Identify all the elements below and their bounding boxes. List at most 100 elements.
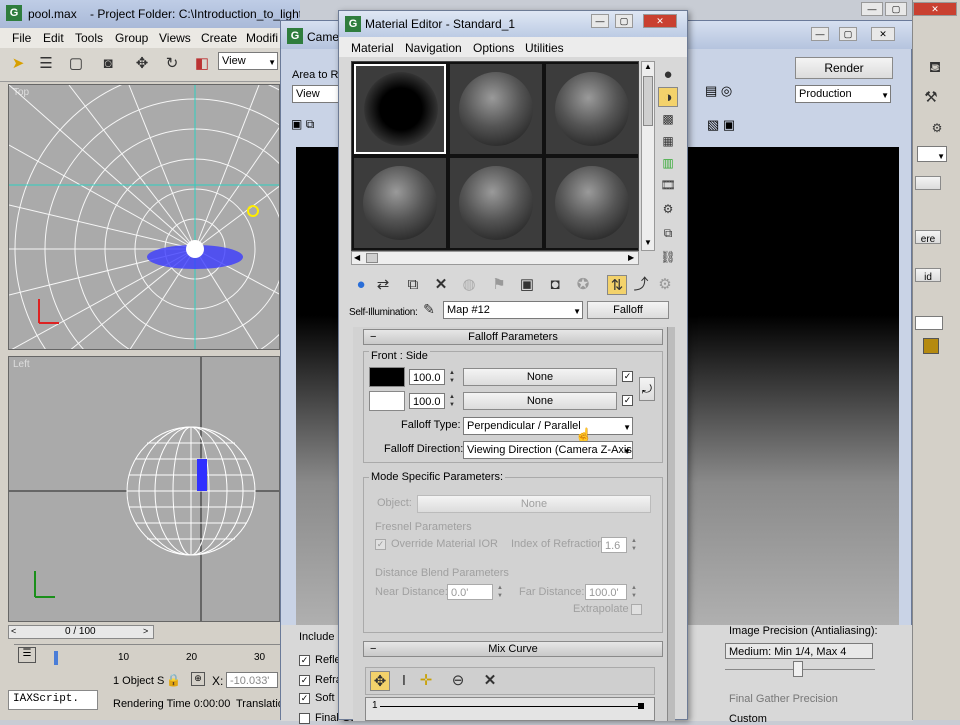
sample-slot-3[interactable]	[546, 64, 638, 154]
viewport-left[interactable]: Left	[8, 356, 280, 622]
map-type-button[interactable]: Falloff	[587, 301, 669, 319]
me-menu-material[interactable]: Material	[351, 41, 394, 55]
object-pick-button[interactable]: None	[417, 495, 651, 513]
reset-curve-icon[interactable]: ✕	[480, 671, 500, 691]
sample-slot-5[interactable]	[450, 158, 542, 248]
h-scroll-thumb[interactable]	[366, 253, 378, 263]
collapse-icon[interactable]: −	[370, 642, 376, 656]
me-menu-navigation[interactable]: Navigation	[405, 41, 462, 55]
me-menu-options[interactable]: Options	[473, 41, 514, 55]
final-gather-checkbox[interactable]	[299, 713, 310, 724]
maxscript-listener[interactable]: IAXScript.	[8, 690, 98, 710]
far-distance-spinner[interactable]: ▲ ▼	[629, 584, 639, 600]
select-arrow-icon[interactable]: ➤	[8, 54, 28, 74]
scale-point-icon[interactable]: I	[394, 671, 414, 691]
menu-create[interactable]: Create	[201, 31, 237, 45]
camera-maximize-button[interactable]: ▢	[839, 27, 857, 41]
falloff-type-dropdown[interactable]: Perpendicular / Parallel ▼	[463, 417, 633, 435]
copy-image-icon[interactable]: ⧉	[306, 117, 315, 131]
material-map-navigator-icon[interactable]: ⛓	[658, 247, 678, 267]
select-by-material-icon[interactable]: ⧉	[658, 223, 678, 243]
get-material-icon[interactable]: ●	[351, 275, 371, 295]
mix-curve-rollout-header[interactable]: − Mix Curve	[363, 641, 663, 657]
sample-slot-4[interactable]	[354, 158, 446, 248]
go-to-parent-icon[interactable]: ⇅	[607, 275, 627, 295]
me-close-button[interactable]: ✕	[643, 14, 677, 28]
ior-field[interactable]: 1.6	[601, 537, 627, 553]
make-preview-icon[interactable]: 🎞	[658, 175, 678, 195]
scroll-left-icon[interactable]: ◀	[354, 253, 360, 262]
collapse-icon[interactable]: −	[370, 330, 376, 344]
put-to-scene-icon[interactable]: ⇄	[373, 275, 393, 295]
near-distance-spinner[interactable]: ▲ ▼	[495, 584, 505, 600]
camera-close-button[interactable]: ✕	[871, 27, 895, 41]
reset-map-icon[interactable]: ✕	[431, 275, 451, 295]
front-color-swatch[interactable]	[369, 367, 405, 387]
front-map-button[interactable]: None	[463, 368, 617, 386]
side-amount-spinner[interactable]: ▲ ▼	[447, 393, 457, 409]
rollout-scrollbar[interactable]	[667, 327, 675, 721]
scale-icon[interactable]: ◧	[192, 54, 212, 74]
render-button[interactable]: Render	[795, 57, 893, 79]
region-select-icon[interactable]: ▢	[66, 54, 86, 74]
time-slider[interactable]: < 0 / 100 >	[8, 625, 154, 639]
scroll-right-icon[interactable]: ▶	[628, 253, 634, 262]
pick-material-icon[interactable]: ⚙	[655, 275, 675, 295]
map-name-dropdown[interactable]: Map #12 ▼	[443, 301, 583, 319]
mix-curve-graph[interactable]: 1	[365, 697, 655, 721]
falloff-direction-dropdown[interactable]: Viewing Direction (Camera Z-Axis) ▼	[463, 441, 633, 459]
sample-type-icon[interactable]: ●	[658, 65, 678, 85]
far-distance-field[interactable]: 100.0'	[585, 584, 627, 600]
x-coordinate-field[interactable]: -10.033'	[226, 672, 278, 688]
backlight-icon[interactable]: ◑	[658, 87, 678, 107]
time-next-icon[interactable]: >	[143, 626, 148, 636]
extrapolate-checkbox[interactable]	[631, 604, 642, 615]
eyedropper-icon[interactable]: ✎	[419, 299, 439, 319]
insert-point-icon[interactable]: ✛	[416, 671, 436, 691]
move-icon[interactable]: ✥	[132, 54, 152, 74]
viewport-top[interactable]: Top	[8, 84, 280, 350]
curve-point[interactable]	[638, 703, 644, 709]
command-dropdown[interactable]: ▼	[917, 146, 947, 162]
command-button-sphere[interactable]: ere	[915, 230, 941, 245]
uv-tiling-icon[interactable]: ▦	[658, 131, 678, 151]
sample-slots-vscroll[interactable]: ▲ ▼	[641, 61, 655, 251]
ior-spinner[interactable]: ▲ ▼	[629, 537, 639, 553]
show-map-in-viewport-icon[interactable]: ◘	[545, 275, 565, 295]
options-icon[interactable]: ⚙	[658, 199, 678, 219]
put-to-library-icon[interactable]: ⚑	[489, 275, 509, 295]
absolute-mode-icon[interactable]: ⊕	[191, 672, 205, 686]
render-region-icon[interactable]: ▤	[705, 83, 717, 98]
rotate-icon[interactable]: ↻	[162, 54, 182, 74]
sample-slot-1[interactable]	[354, 64, 446, 154]
reflections-checkbox[interactable]: ✓	[299, 655, 310, 666]
mono-channel-icon[interactable]: ▣	[723, 117, 735, 132]
me-minimize-button[interactable]: —	[591, 14, 609, 28]
sample-slots-hscroll[interactable]: ◀ ▶	[351, 251, 639, 265]
menu-file[interactable]: File	[12, 31, 31, 45]
front-amount-field[interactable]: 100.0	[409, 369, 445, 385]
background-icon[interactable]: ▩	[658, 109, 678, 129]
me-menu-utilities[interactable]: Utilities	[525, 41, 564, 55]
hammer-icon[interactable]: ⚒	[921, 88, 941, 108]
override-ior-checkbox[interactable]: ✓	[375, 539, 386, 550]
front-map-checkbox[interactable]: ✓	[622, 371, 633, 382]
front-amount-spinner[interactable]: ▲ ▼	[447, 369, 457, 385]
scroll-thumb[interactable]	[643, 76, 653, 126]
soft-shadows-checkbox[interactable]: ✓	[299, 693, 310, 704]
menu-modifiers[interactable]: Modifi	[246, 31, 278, 45]
menu-tools[interactable]: Tools	[75, 31, 103, 45]
lock-icon[interactable]: 🔒	[166, 673, 181, 687]
assign-to-selection-icon[interactable]: ⧉	[403, 275, 423, 295]
side-map-button[interactable]: None	[463, 392, 617, 410]
preset-dropdown[interactable]: Production ▼	[795, 85, 891, 103]
swap-colors-button[interactable]: ⤾	[639, 377, 655, 401]
scroll-up-icon[interactable]: ▲	[644, 62, 652, 71]
make-unique-icon[interactable]: ◍	[459, 275, 479, 295]
track-key-icon[interactable]: ☰	[18, 647, 36, 663]
menu-edit[interactable]: Edit	[43, 31, 64, 45]
camera-minimize-button[interactable]: —	[811, 27, 829, 41]
me-maximize-button[interactable]: ▢	[615, 14, 633, 28]
name-field[interactable]	[915, 316, 943, 330]
video-color-check-icon[interactable]: ▥	[658, 153, 678, 173]
